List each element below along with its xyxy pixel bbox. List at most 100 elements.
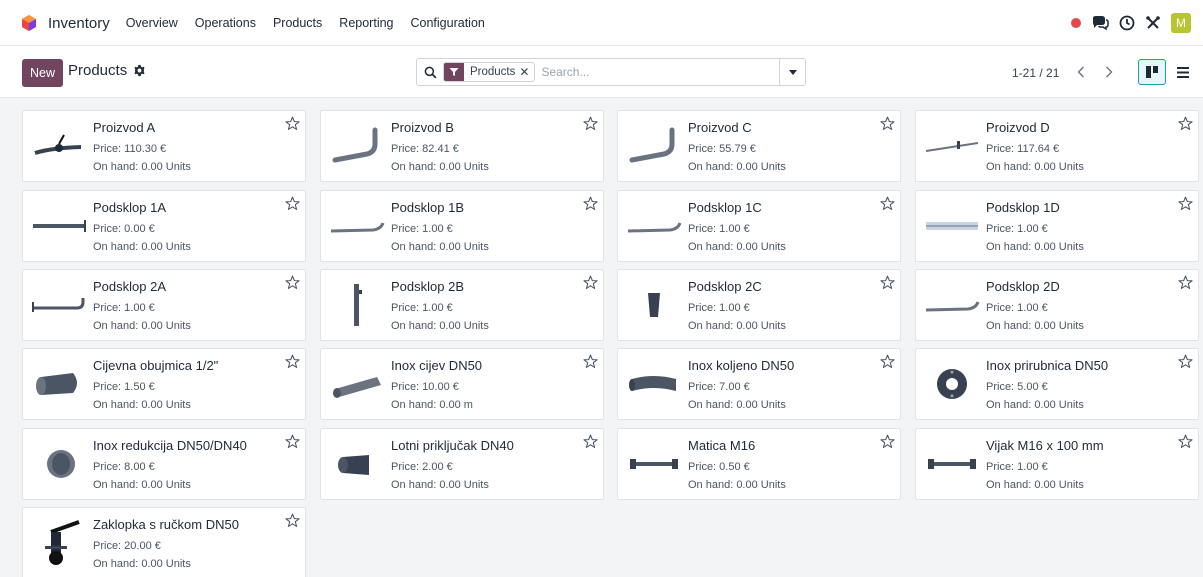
product-on-hand: On hand: 0.00 Units: [93, 399, 191, 411]
product-on-hand: On hand: 0.00 Units: [391, 320, 489, 332]
favorite-star-icon[interactable]: [285, 196, 300, 214]
favorite-star-icon[interactable]: [285, 513, 300, 531]
favorite-star-icon[interactable]: [583, 275, 598, 293]
product-image: [922, 359, 982, 409]
product-price: Price: 20.00 €: [93, 540, 161, 552]
pager-next-button[interactable]: [1097, 59, 1121, 85]
search-icon[interactable]: [417, 66, 443, 79]
product-card[interactable]: Proizvod A Price: 110.30 € On hand: 0.00 U…: [22, 110, 306, 182]
favorite-star-icon[interactable]: [1178, 434, 1193, 452]
menu-configuration[interactable]: Configuration: [411, 16, 485, 30]
favorite-star-icon[interactable]: [880, 434, 895, 452]
favorite-star-icon[interactable]: [285, 354, 300, 372]
product-on-hand: On hand: 0.00 Units: [93, 241, 191, 253]
product-name: Zaklopka s ručkom DN50: [93, 517, 239, 532]
product-card[interactable]: Lotni priključak DN40 Price: 2.00 € On han…: [320, 428, 604, 500]
product-card[interactable]: Cijevna obujmica 1/2" Price: 1.50 € On han…: [22, 348, 306, 420]
product-price: Price: 110.30 €: [93, 143, 167, 155]
favorite-star-icon[interactable]: [1178, 196, 1193, 214]
product-image: [327, 121, 387, 171]
product-card[interactable]: Inox cijev DN50 Price: 10.00 € On hand: 0.…: [320, 348, 604, 420]
product-name: Podsklop 2B: [391, 279, 464, 294]
status-dot-icon[interactable]: [1071, 18, 1081, 28]
menu-products[interactable]: Products: [273, 16, 322, 30]
page-title: Products: [68, 62, 128, 79]
menu-reporting[interactable]: Reporting: [339, 16, 393, 30]
product-on-hand: On hand: 0.00 Units: [986, 320, 1084, 332]
favorite-star-icon[interactable]: [583, 354, 598, 372]
product-image: [327, 439, 387, 489]
list-view-button[interactable]: [1169, 59, 1197, 85]
list-icon: [1177, 66, 1189, 78]
product-price: Price: 1.00 €: [688, 223, 750, 235]
product-card[interactable]: Vijak M16 x 100 mm Price: 1.00 € On hand: …: [915, 428, 1199, 500]
product-on-hand: On hand: 0.00 Units: [688, 241, 786, 253]
favorite-star-icon[interactable]: [1178, 354, 1193, 372]
navbar-right: M: [1061, 0, 1191, 46]
favorite-star-icon[interactable]: [880, 116, 895, 134]
chevron-right-icon: [1106, 66, 1113, 78]
favorite-star-icon[interactable]: [285, 116, 300, 134]
product-name: Podsklop 2C: [688, 279, 762, 294]
product-card[interactable]: Podsklop 2C Price: 1.00 € On hand: 0.00 Un…: [617, 269, 901, 341]
user-avatar[interactable]: M: [1171, 13, 1191, 33]
menu-operations[interactable]: Operations: [195, 16, 256, 30]
product-card[interactable]: Matica M16 Price: 0.50 € On hand: 0.00 Uni…: [617, 428, 901, 500]
favorite-star-icon[interactable]: [285, 275, 300, 293]
new-button[interactable]: New: [22, 59, 64, 87]
product-card[interactable]: Podsklop 2B Price: 1.00 € On hand: 0.00 Un…: [320, 269, 604, 341]
pager-previous-button[interactable]: [1069, 59, 1093, 85]
product-price: Price: 117.64 €: [986, 143, 1060, 155]
search-input[interactable]: [541, 65, 752, 79]
favorite-star-icon[interactable]: [285, 434, 300, 452]
product-card[interactable]: Proizvod D Price: 117.64 € On hand: 0.00 U…: [915, 110, 1199, 182]
product-price: Price: 55.79 €: [688, 143, 756, 155]
favorite-star-icon[interactable]: [880, 354, 895, 372]
favorite-star-icon[interactable]: [583, 116, 598, 134]
inventory-app-logo-icon[interactable]: [20, 14, 38, 32]
product-price: Price: 1.00 €: [93, 302, 155, 314]
product-price: Price: 5.00 €: [986, 381, 1048, 393]
product-card[interactable]: Podsklop 2A Price: 1.00 € On hand: 0.00 Un…: [22, 269, 306, 341]
favorite-star-icon[interactable]: [880, 196, 895, 214]
kanban-view-button[interactable]: [1138, 59, 1166, 85]
product-on-hand: On hand: 0.00 Units: [688, 161, 786, 173]
app-name[interactable]: Inventory: [48, 15, 110, 32]
top-navbar: Inventory Overview Operations Products R…: [0, 0, 1203, 46]
product-price: Price: 0.00 €: [93, 223, 155, 235]
product-card[interactable]: Podsklop 1A Price: 0.00 € On hand: 0.00 Un…: [22, 190, 306, 262]
product-card[interactable]: Inox redukcija DN50/DN40 Price: 8.00 € On …: [22, 428, 306, 500]
product-card[interactable]: Podsklop 2D Price: 1.00 € On hand: 0.00 Un…: [915, 269, 1199, 341]
product-name: Podsklop 1A: [93, 200, 166, 215]
product-card[interactable]: Inox koljeno DN50 Price: 7.00 € On hand: 0…: [617, 348, 901, 420]
product-image: [327, 359, 387, 409]
favorite-star-icon[interactable]: [880, 275, 895, 293]
breadcrumb: Products: [68, 62, 146, 79]
kanban-icon: [1146, 66, 1158, 78]
product-image: [29, 280, 89, 330]
product-card[interactable]: Proizvod B Price: 82.41 € On hand: 0.00 Un…: [320, 110, 604, 182]
chat-icon[interactable]: [1091, 15, 1109, 31]
product-card[interactable]: Zaklopka s ručkom DN50 Price: 20.00 € On h…: [22, 507, 306, 577]
gear-icon[interactable]: [133, 64, 146, 77]
product-on-hand: On hand: 0.00 m: [391, 399, 473, 411]
favorite-star-icon[interactable]: [583, 434, 598, 452]
favorite-star-icon[interactable]: [583, 196, 598, 214]
product-card[interactable]: Podsklop 1D Price: 1.00 € On hand: 0.00 Un…: [915, 190, 1199, 262]
product-card[interactable]: Podsklop 1B Price: 1.00 € On hand: 0.00 Un…: [320, 190, 604, 262]
tools-icon[interactable]: [1145, 15, 1161, 31]
product-image: [624, 280, 684, 330]
clock-icon[interactable]: [1119, 15, 1135, 31]
favorite-star-icon[interactable]: [1178, 116, 1193, 134]
chevron-left-icon: [1077, 66, 1084, 78]
product-card[interactable]: Podsklop 1C Price: 1.00 € On hand: 0.00 Un…: [617, 190, 901, 262]
facet-remove-icon[interactable]: ✕: [519, 65, 534, 79]
facet-label: Products: [470, 66, 516, 78]
favorite-star-icon[interactable]: [1178, 275, 1193, 293]
search-options-toggle[interactable]: [779, 59, 805, 85]
menu-overview[interactable]: Overview: [126, 16, 178, 30]
product-card[interactable]: Proizvod C Price: 55.79 € On hand: 0.00 Un…: [617, 110, 901, 182]
product-on-hand: On hand: 0.00 Units: [391, 241, 489, 253]
product-card[interactable]: Inox prirubnica DN50 Price: 5.00 € On hand…: [915, 348, 1199, 420]
pager-value[interactable]: 1-21 / 21: [1012, 66, 1059, 80]
